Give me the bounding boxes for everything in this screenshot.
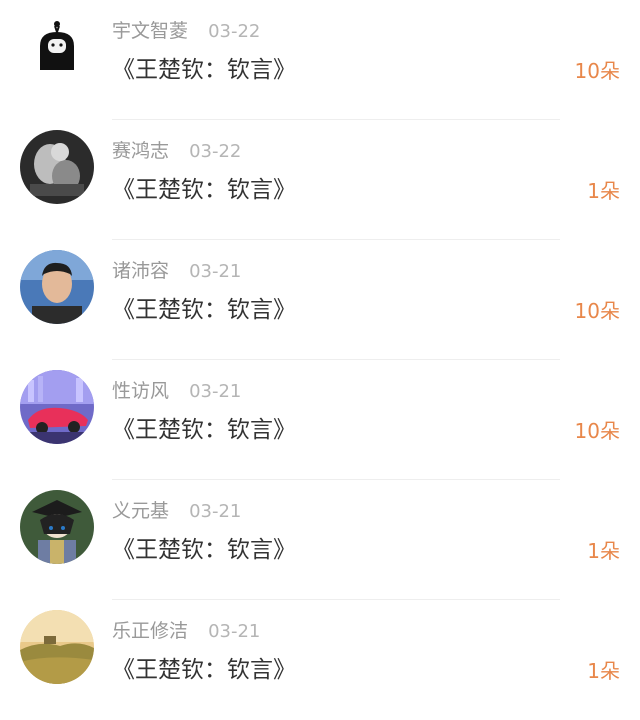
item-title: 《王楚钦：钦言》: [112, 537, 296, 563]
list-item[interactable]: 赛鸿志 03-22 《王楚钦：钦言》 1朵: [0, 120, 640, 240]
bw-photo-avatar[interactable]: [20, 130, 94, 204]
list-item[interactable]: 宇文智菱 03-22 《王楚钦：钦言》 10朵: [0, 0, 640, 120]
gift-date: 03-22: [189, 141, 242, 162]
user-name: 义元基: [112, 500, 170, 522]
man-photo-avatar[interactable]: [20, 250, 94, 324]
gift-date: 03-21: [208, 621, 261, 642]
user-name: 性访风: [112, 380, 170, 402]
list-item[interactable]: 乐正修洁 03-21 《王楚钦：钦言》 1朵: [0, 600, 640, 720]
item-title: 《王楚钦：钦言》: [112, 657, 296, 683]
gift-date: 03-22: [208, 21, 261, 42]
list-item[interactable]: 性访风 03-21 《王楚钦：钦言》 10朵: [0, 360, 640, 480]
user-name: 宇文智菱: [112, 20, 189, 42]
gift-count: 1朵: [587, 659, 620, 683]
gift-date: 03-21: [189, 501, 242, 522]
item-title: 《王楚钦：钦言》: [112, 57, 296, 83]
anime-avatar[interactable]: [20, 490, 94, 564]
gift-count: 1朵: [587, 539, 620, 563]
gift-count: 10朵: [574, 59, 620, 83]
gift-date: 03-21: [189, 381, 242, 402]
item-title: 《王楚钦：钦言》: [112, 297, 296, 323]
gift-count: 1朵: [587, 179, 620, 203]
gift-count: 10朵: [574, 299, 620, 323]
gift-date: 03-21: [189, 261, 242, 282]
user-name: 诸沛容: [112, 260, 170, 282]
list-item[interactable]: 义元基 03-21 《王楚钦：钦言》 1朵: [0, 480, 640, 600]
car-avatar[interactable]: [20, 370, 94, 444]
user-name: 乐正修洁: [112, 620, 189, 642]
gift-count: 10朵: [574, 419, 620, 443]
ghost-avatar[interactable]: [20, 10, 94, 84]
item-title: 《王楚钦：钦言》: [112, 177, 296, 203]
gift-list: 宇文智菱 03-22 《王楚钦：钦言》 10朵 赛鸿志 03-22 《王楚钦：钦…: [0, 0, 640, 710]
user-name: 赛鸿志: [112, 140, 170, 162]
item-title: 《王楚钦：钦言》: [112, 417, 296, 443]
list-item[interactable]: 诸沛容 03-21 《王楚钦：钦言》 10朵: [0, 240, 640, 360]
landscape-avatar[interactable]: [20, 610, 94, 684]
